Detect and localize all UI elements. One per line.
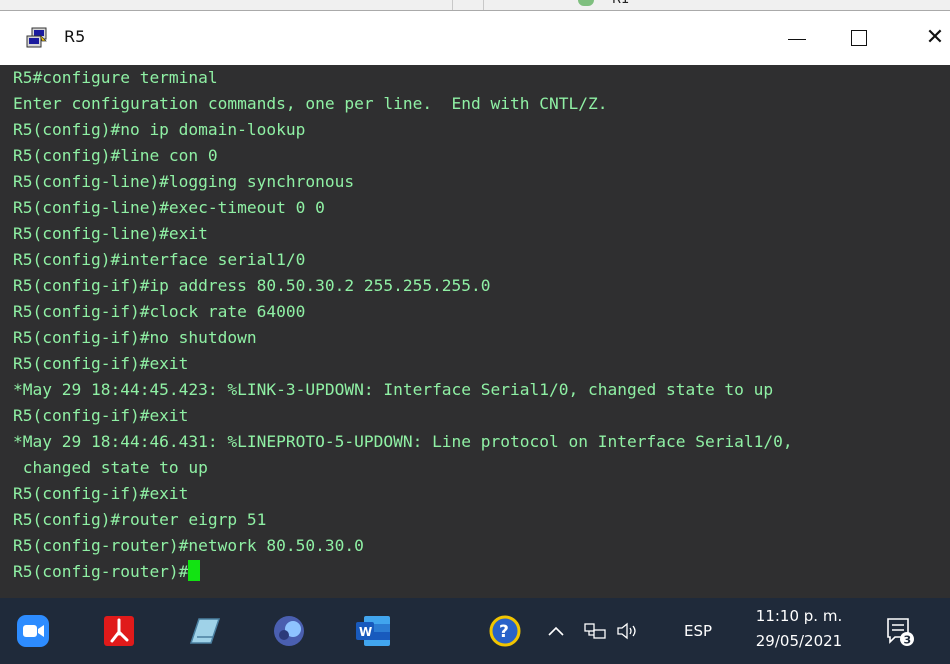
- putty-icon: [26, 27, 47, 48]
- close-button[interactable]: ✕: [912, 19, 950, 57]
- clock-time: 11:10 p. m.: [755, 607, 843, 625]
- clock[interactable]: 11:10 p. m. 29/05/2021: [744, 604, 854, 654]
- acrobat-taskbar-button[interactable]: [100, 612, 138, 650]
- eclipse-taskbar-button[interactable]: [270, 612, 308, 650]
- background-tab: [452, 0, 484, 10]
- help-icon: ?: [489, 615, 521, 647]
- chevron-up-icon: [548, 626, 564, 636]
- svg-text:W: W: [359, 625, 372, 639]
- clock-date: 29/05/2021: [755, 632, 843, 650]
- terminal-line: Enter configuration commands, one per li…: [13, 94, 608, 113]
- terminal-line: R5(config-if)#exit: [13, 484, 189, 503]
- language-indicator[interactable]: ESP: [684, 598, 712, 664]
- terminal-line: R5(config-line)#logging synchronous: [13, 172, 355, 191]
- language-label: ESP: [684, 622, 713, 640]
- terminal-line: R5(config)#line con 0: [13, 146, 218, 165]
- terminal-window: R5 ✕ R5#configure terminal Enter configu…: [0, 10, 950, 599]
- svg-text:?: ?: [499, 622, 509, 642]
- word-taskbar-button[interactable]: W: [354, 612, 392, 650]
- action-center-button[interactable]: 3: [880, 612, 918, 650]
- terminal-line: R5(config-if)#ip address 80.50.30.2 255.…: [13, 276, 491, 295]
- network-icon: [584, 623, 606, 639]
- window-title: R5: [64, 27, 86, 46]
- minimize-button[interactable]: [774, 19, 820, 57]
- terminal-line: R5(config-if)#clock rate 64000: [13, 302, 306, 321]
- terminal-output[interactable]: R5#configure terminal Enter configuratio…: [0, 65, 950, 599]
- terminal-prompt-line[interactable]: R5(config-router)#: [13, 559, 201, 585]
- taskbar: W ? ESP 11:10 p. m. 29/05/2021 3: [0, 598, 950, 664]
- terminal-line: R5(config-if)#no shutdown: [13, 328, 257, 347]
- terminal-line: R5(config)#router eigrp 51: [13, 510, 267, 529]
- zoom-taskbar-button[interactable]: [14, 612, 52, 650]
- maximize-icon: [851, 30, 867, 46]
- eclipse-icon: [274, 616, 304, 646]
- notification-icon: 3: [887, 618, 914, 647]
- tray-chevron-button[interactable]: [548, 598, 564, 664]
- terminal-line: R5(config)#no ip domain-lookup: [13, 120, 306, 139]
- acrobat-icon: [104, 616, 134, 646]
- terminal-line: *May 29 18:44:45.423: %LINK-3-UPDOWN: In…: [13, 380, 774, 399]
- terminal-line: changed state to up: [13, 458, 208, 477]
- terminal-line: R5(config-line)#exit: [13, 224, 208, 243]
- word-icon: W: [356, 616, 390, 646]
- terminal-line: R5(config)#interface serial1/0: [13, 250, 306, 269]
- notepad-icon: [189, 618, 221, 644]
- terminal-line: R5(config-router)#network 80.50.30.0: [13, 536, 364, 555]
- volume-icon: [617, 622, 636, 640]
- background-device-icon: [578, 0, 594, 6]
- terminal-line: R5#configure terminal: [13, 68, 218, 87]
- notepad-taskbar-button[interactable]: [186, 612, 224, 650]
- terminal-cursor: [188, 560, 201, 581]
- title-bar[interactable]: R5 ✕: [0, 11, 950, 65]
- zoom-icon: [17, 615, 49, 647]
- notification-count: 3: [904, 634, 912, 647]
- close-icon: ✕: [925, 25, 945, 50]
- background-label: R1: [612, 0, 629, 7]
- help-tray-button[interactable]: ?: [486, 612, 524, 650]
- minimize-icon: [788, 38, 806, 40]
- terminal-prompt: R5(config-router)#: [13, 562, 189, 581]
- volume-tray-button[interactable]: [616, 598, 640, 664]
- terminal-line: *May 29 18:44:46.431: %LINEPROTO-5-UPDOW…: [13, 432, 793, 451]
- terminal-line: R5(config-line)#exec-timeout 0 0: [13, 198, 325, 217]
- terminal-line: R5(config-if)#exit: [13, 406, 189, 425]
- network-tray-button[interactable]: [584, 598, 606, 664]
- background-window-strip: R1: [0, 0, 950, 10]
- terminal-line: R5(config-if)#exit: [13, 354, 189, 373]
- maximize-button[interactable]: [836, 19, 882, 57]
